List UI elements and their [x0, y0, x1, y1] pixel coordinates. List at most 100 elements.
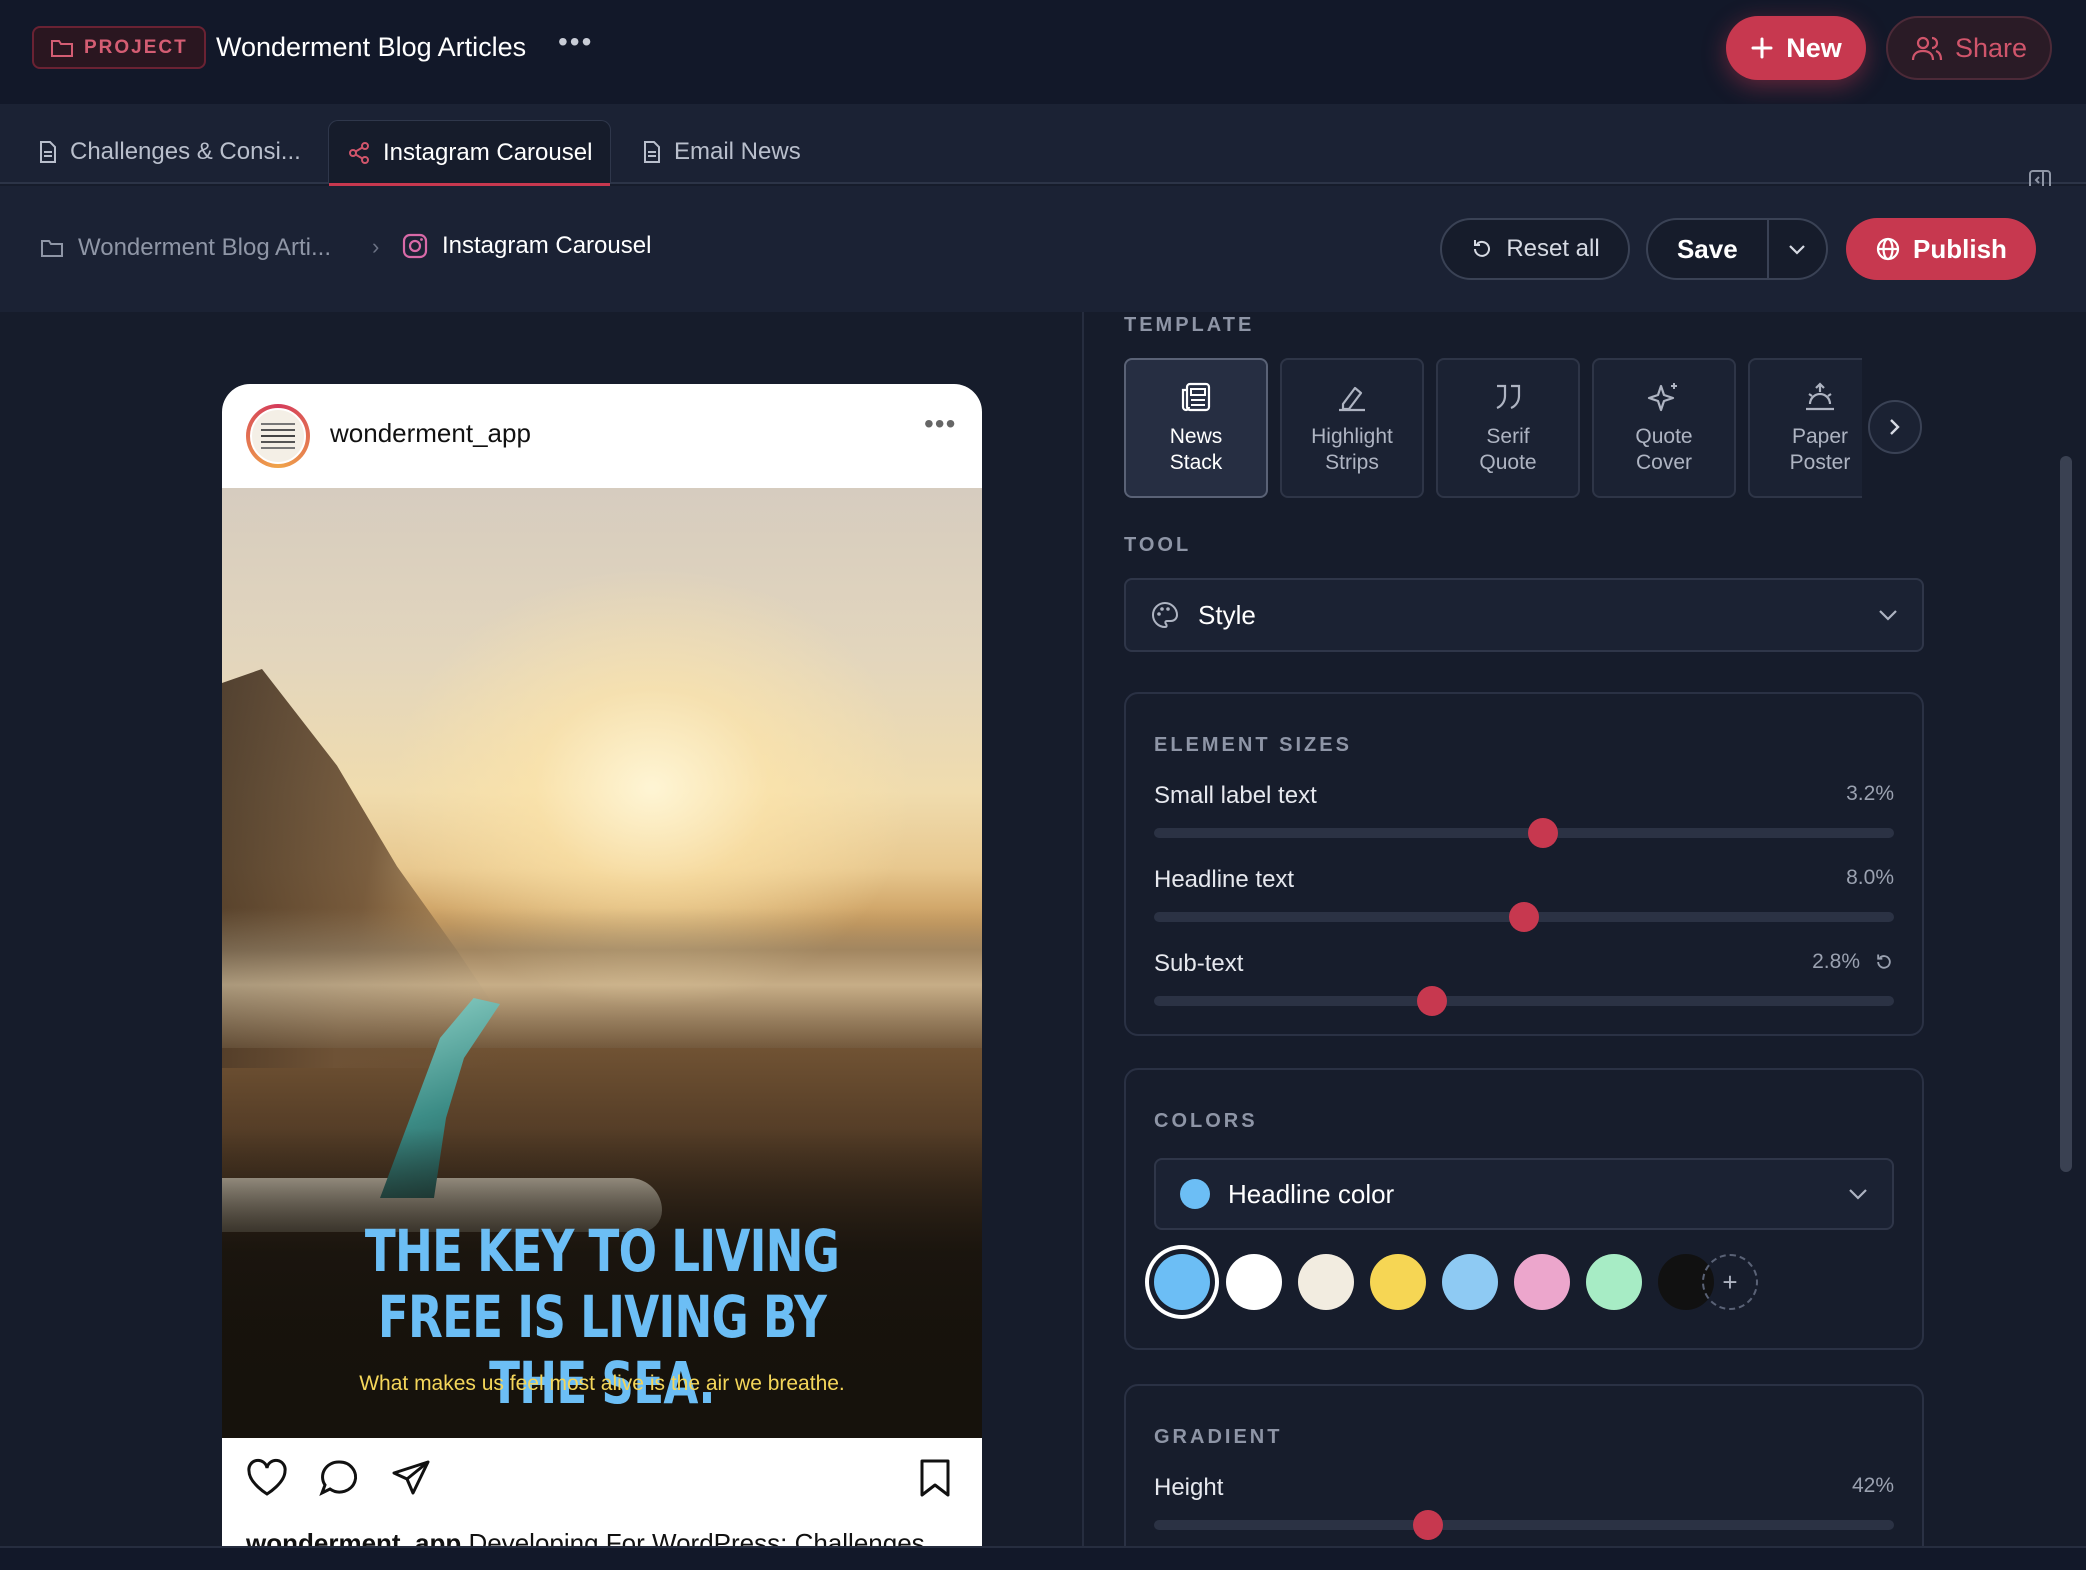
reset-all-button[interactable]: Reset all — [1440, 218, 1630, 280]
post-more-button[interactable]: ••• — [924, 408, 956, 440]
breadcrumb-parent-label: Wonderment Blog Arti... — [78, 234, 332, 261]
slider-thumb[interactable] — [1509, 902, 1539, 932]
add-color-button[interactable]: + — [1702, 1254, 1758, 1310]
save-post-button[interactable] — [918, 1458, 952, 1503]
chevron-down-icon — [1849, 1189, 1867, 1200]
image-sea — [222, 908, 982, 1048]
new-button-label: New — [1786, 32, 1842, 63]
color-swatch[interactable] — [1442, 1254, 1498, 1310]
send-button[interactable] — [390, 1458, 432, 1503]
new-button[interactable]: New — [1726, 16, 1866, 80]
slider-track[interactable] — [1154, 818, 1894, 848]
avatar[interactable] — [246, 404, 310, 468]
tool-select[interactable]: Style — [1124, 578, 1924, 652]
template-news-stack[interactable]: News Stack — [1124, 358, 1268, 498]
slider-label: Height — [1154, 1474, 1224, 1501]
slider-track[interactable] — [1154, 986, 1894, 1016]
palette-icon — [1152, 601, 1179, 629]
slider-thumb[interactable] — [1416, 986, 1447, 1016]
comment-button[interactable] — [318, 1458, 360, 1503]
reset-all-label: Reset all — [1506, 235, 1600, 262]
template-label: Serif — [1486, 425, 1530, 448]
document-icon — [40, 141, 56, 163]
breadcrumb-parent[interactable]: Wonderment Blog Arti... — [40, 234, 331, 262]
breadcrumb-separator: › — [372, 234, 380, 259]
chevron-right-icon — [1890, 419, 1900, 435]
slider-track[interactable] — [1154, 1510, 1894, 1540]
bookmark-icon — [920, 1459, 950, 1497]
post-subtext: What makes us feel most alive is the air… — [359, 1372, 845, 1395]
color-swatch[interactable] — [1154, 1254, 1210, 1310]
tool-select-value: Style — [1198, 599, 1256, 630]
project-badge-label: PROJECT — [84, 36, 188, 58]
template-highlight-strips[interactable]: Highlight Strips — [1280, 358, 1424, 498]
color-swatch[interactable] — [1298, 1254, 1354, 1310]
slider-track[interactable] — [1154, 902, 1894, 932]
project-more-button[interactable]: ••• — [558, 26, 593, 58]
caption-username[interactable]: wonderment_app — [246, 1528, 461, 1546]
reset-slider-icon[interactable] — [1874, 952, 1894, 972]
template-label: News — [1169, 425, 1223, 448]
share-button[interactable]: Share — [1886, 16, 2052, 80]
save-options-button[interactable] — [1766, 220, 1826, 278]
bottom-edge — [0, 1546, 2086, 1570]
template-label: Cover — [1635, 451, 1693, 474]
template-label: Quote — [1635, 425, 1693, 448]
settings-scrollbar[interactable] — [2060, 456, 2072, 1172]
color-target-value: Headline color — [1228, 1178, 1395, 1209]
template-serif-quote[interactable]: Serif Quote — [1436, 358, 1580, 498]
color-swatch[interactable] — [1586, 1254, 1642, 1310]
template-label: Stack — [1169, 451, 1223, 474]
folder-icon — [41, 240, 63, 257]
color-target-select[interactable]: Headline color — [1154, 1158, 1894, 1230]
newspaper-icon — [1181, 382, 1211, 412]
template-label: Strips — [1325, 451, 1379, 474]
post-caption: wonderment_app Developing For WordPress:… — [246, 1528, 925, 1546]
slider-thumb[interactable] — [1527, 818, 1558, 848]
tab-email-news[interactable]: Email News — [624, 120, 819, 184]
tab-instagram-carousel[interactable]: Instagram Carousel — [328, 120, 612, 186]
send-icon — [392, 1460, 430, 1495]
color-swatch[interactable] — [1226, 1254, 1282, 1310]
slider-thumb[interactable] — [1412, 1510, 1443, 1540]
document-icon — [644, 141, 660, 163]
users-icon — [1911, 36, 1943, 61]
templates-next-button[interactable] — [1868, 400, 1922, 454]
like-button[interactable] — [246, 1458, 288, 1503]
instagram-post-preview: wonderment_app ••• THE KEY TO LIVING FRE… — [222, 384, 982, 1546]
reset-icon — [1474, 240, 1491, 257]
gradient-label: GRADIENT — [1154, 1426, 1283, 1448]
breadcrumb-current-label: Instagram Carousel — [442, 232, 652, 259]
slider-label: Headline text — [1154, 866, 1295, 893]
template-label: Paper — [1791, 425, 1849, 448]
colors-label: COLORS — [1154, 1110, 1258, 1132]
template-quote-cover[interactable]: Quote Cover — [1592, 358, 1736, 498]
post-username[interactable]: wonderment_app — [330, 418, 531, 449]
save-button[interactable]: Save — [1648, 234, 1767, 265]
top-bar: PROJECT Wonderment Blog Articles ••• New… — [0, 0, 2086, 104]
gradient-card: GRADIENT Height 42% — [1124, 1384, 1924, 1546]
chevron-down-icon — [1879, 610, 1897, 621]
share-nodes-icon — [349, 141, 369, 164]
instagram-icon — [402, 233, 428, 259]
highlighter-icon — [1339, 386, 1365, 412]
publish-button[interactable]: Publish — [1846, 218, 2036, 280]
breadcrumb: Wonderment Blog Arti... › Instagram Caro… — [0, 186, 2086, 312]
post-image[interactable]: THE KEY TO LIVING FREE IS LIVING BY THE … — [222, 488, 982, 1438]
element-sizes-label: ELEMENT SIZES — [1154, 734, 1352, 756]
element-sizes-card: ELEMENT SIZES Small label text 3.2% Head… — [1124, 692, 1924, 1036]
sparkles-icon — [1647, 383, 1677, 412]
post-actions — [222, 1438, 982, 1522]
slider-value: 3.2% — [1846, 782, 1894, 805]
caption-text: Developing For WordPress: Challenges — [461, 1528, 925, 1546]
comment-icon — [319, 1460, 358, 1497]
color-swatch[interactable] — [1370, 1254, 1426, 1310]
plus-icon — [1751, 37, 1773, 59]
color-swatch[interactable] — [1514, 1254, 1570, 1310]
template-section-label: TEMPLATE — [1124, 314, 1255, 336]
project-title[interactable]: Wonderment Blog Articles — [216, 32, 526, 63]
project-badge[interactable]: PROJECT — [32, 26, 206, 69]
template-label: Highlight — [1311, 425, 1393, 448]
tab-challenges[interactable]: Challenges & Consi... — [20, 120, 319, 184]
template-label: Poster — [1789, 451, 1851, 474]
